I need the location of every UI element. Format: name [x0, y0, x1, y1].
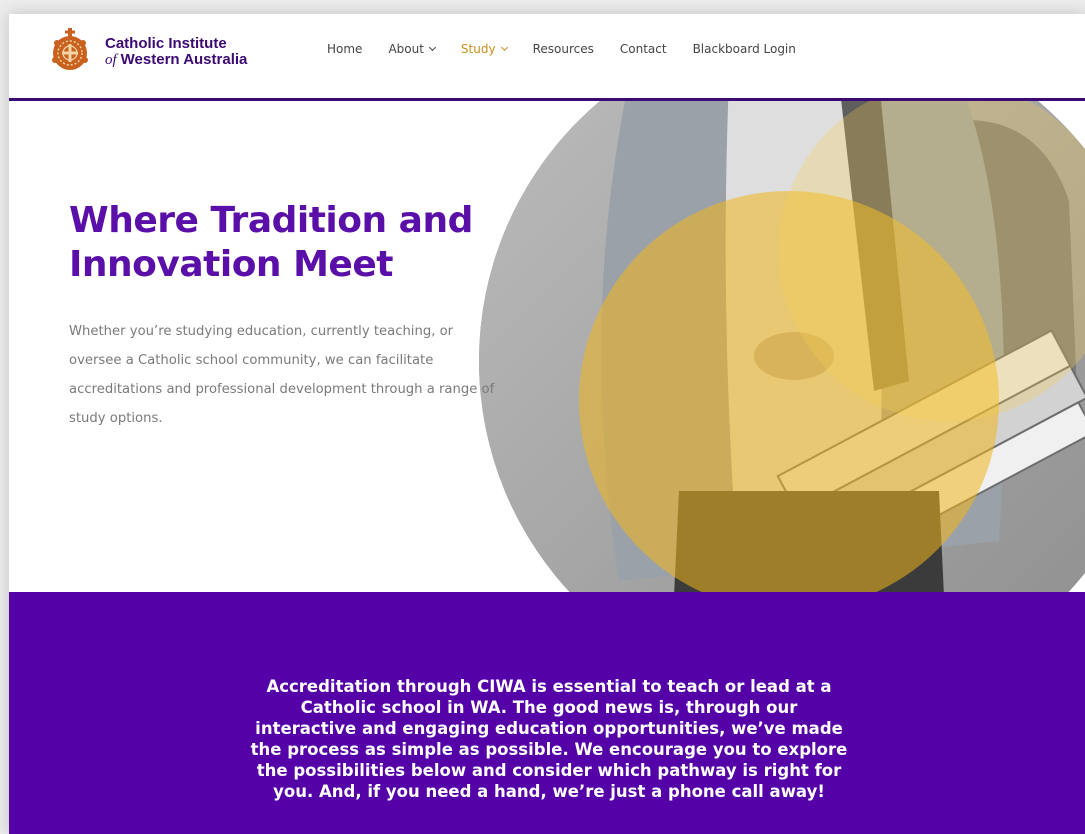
- nav-item-about[interactable]: About: [388, 42, 436, 56]
- hero-illustration: [479, 101, 1085, 592]
- nav-item-home[interactable]: Home: [327, 42, 362, 56]
- chevron-down-icon: [428, 43, 436, 52]
- brand-of: of: [105, 52, 117, 68]
- nav-item-contact[interactable]: Contact: [620, 42, 667, 56]
- hero-student-image: [479, 101, 1085, 592]
- nav-label: Study: [460, 42, 496, 56]
- nav-label: About: [388, 42, 424, 56]
- hero-description: Whether you’re studying education, curre…: [69, 324, 495, 426]
- chevron-down-icon: [500, 43, 508, 52]
- nav-item-blackboard-login[interactable]: Blackboard Login: [693, 42, 796, 56]
- brand-name-line1: Catholic Institute: [105, 35, 227, 52]
- main-nav: Home About Study Resources Contact Black…: [327, 42, 822, 56]
- page: Catholic Institute of Western Australia H…: [9, 14, 1085, 834]
- hero-heading: Where Tradition and Innovation Meet: [69, 200, 473, 285]
- nav-label: Contact: [619, 42, 667, 56]
- brand-wordmark[interactable]: Catholic Institute of Western Australia: [105, 35, 248, 69]
- nav-label: Home: [327, 42, 363, 56]
- nav-label: Blackboard Login: [692, 42, 796, 56]
- brand-name-line2: of Western Australia: [105, 51, 248, 69]
- brand-region: Western Australia: [120, 51, 248, 68]
- site-header: Catholic Institute of Western Australia H…: [9, 14, 1085, 98]
- nav-item-study[interactable]: Study: [460, 42, 508, 56]
- nav-item-resources[interactable]: Resources: [533, 42, 594, 56]
- accreditation-band: Accreditation through CIWA is essential …: [9, 592, 1085, 834]
- logo-emblem-icon: [52, 28, 88, 70]
- nav-label: Resources: [532, 42, 594, 56]
- hero-section: Where Tradition and Innovation Meet Whet…: [9, 101, 1085, 592]
- accreditation-text: Accreditation through CIWA is essential …: [250, 677, 848, 801]
